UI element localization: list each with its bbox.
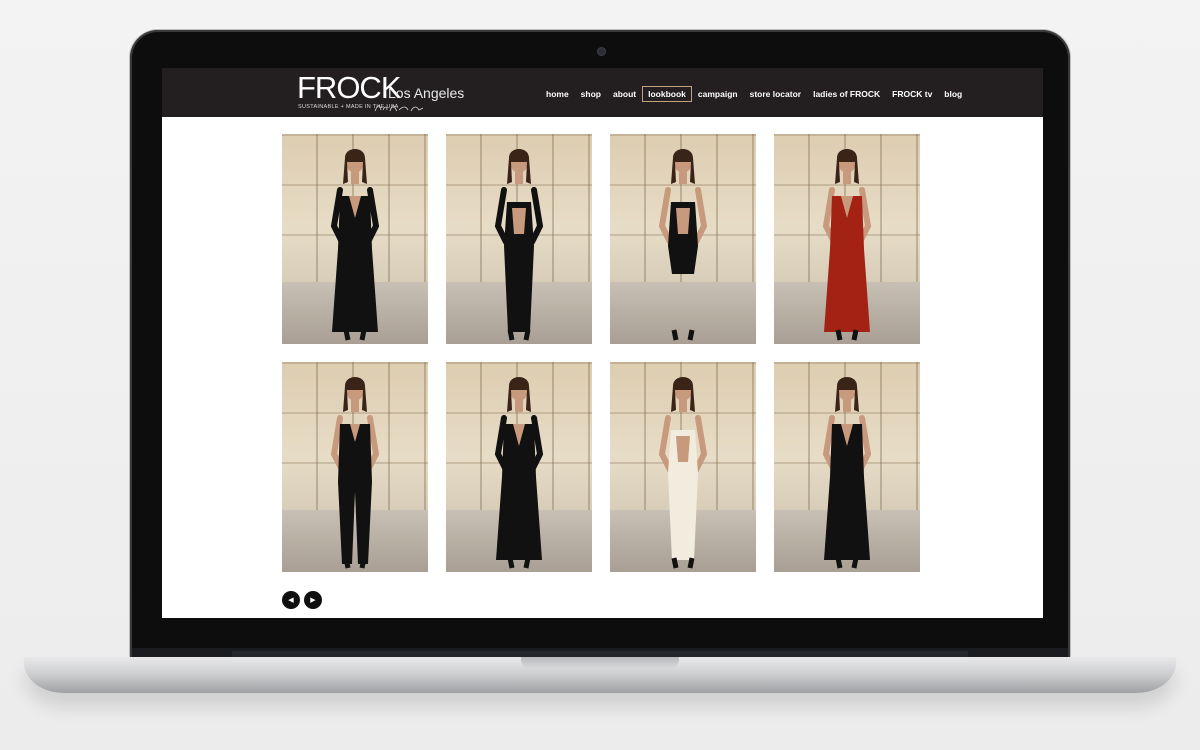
designer-signature-icon bbox=[374, 105, 424, 112]
nav-campaign[interactable]: campaign bbox=[692, 86, 744, 102]
nav-about[interactable]: about bbox=[607, 86, 642, 102]
nav-lookbook[interactable]: lookbook bbox=[642, 86, 692, 102]
lookbook-photo[interactable] bbox=[446, 134, 592, 344]
site-header: FROCK Los Angeles SUSTAINABLE + MADE IN … bbox=[162, 68, 1043, 117]
lookbook-photo[interactable] bbox=[282, 134, 428, 344]
nav-blog[interactable]: blog bbox=[938, 86, 968, 102]
lookbook-photo[interactable] bbox=[282, 362, 428, 572]
next-page-button[interactable]: ▶ bbox=[304, 591, 322, 609]
lookbook-photo[interactable] bbox=[446, 362, 592, 572]
chevron-left-icon: ◀ bbox=[288, 596, 294, 604]
browser-screen: FROCK Los Angeles SUSTAINABLE + MADE IN … bbox=[162, 68, 1043, 618]
lookbook-photo[interactable] bbox=[610, 134, 756, 344]
nav-ladies-of-frock[interactable]: ladies of FROCK bbox=[807, 86, 886, 102]
prev-page-button[interactable]: ◀ bbox=[282, 591, 300, 609]
gallery-pager: ◀ ▶ bbox=[282, 591, 322, 609]
nav-frock-tv[interactable]: FROCK tv bbox=[886, 86, 938, 102]
nav-store-locator[interactable]: store locator bbox=[744, 86, 808, 102]
frock-logo[interactable]: FROCK Los Angeles SUSTAINABLE + MADE IN … bbox=[297, 71, 477, 115]
lookbook-photo[interactable] bbox=[774, 362, 920, 572]
logo-city: Los Angeles bbox=[388, 85, 465, 101]
laptop-lid-notch bbox=[521, 657, 679, 669]
main-nav: home shop about lookbook campaign store locat… bbox=[540, 86, 968, 102]
nav-home[interactable]: home bbox=[540, 86, 575, 102]
lookbook-photo[interactable] bbox=[610, 362, 756, 572]
lookbook-photo[interactable] bbox=[774, 134, 920, 344]
nav-shop[interactable]: shop bbox=[575, 86, 607, 102]
chevron-right-icon: ▶ bbox=[310, 596, 316, 604]
camera-icon bbox=[597, 47, 606, 56]
logo-wordmark: FROCK bbox=[297, 70, 401, 105]
